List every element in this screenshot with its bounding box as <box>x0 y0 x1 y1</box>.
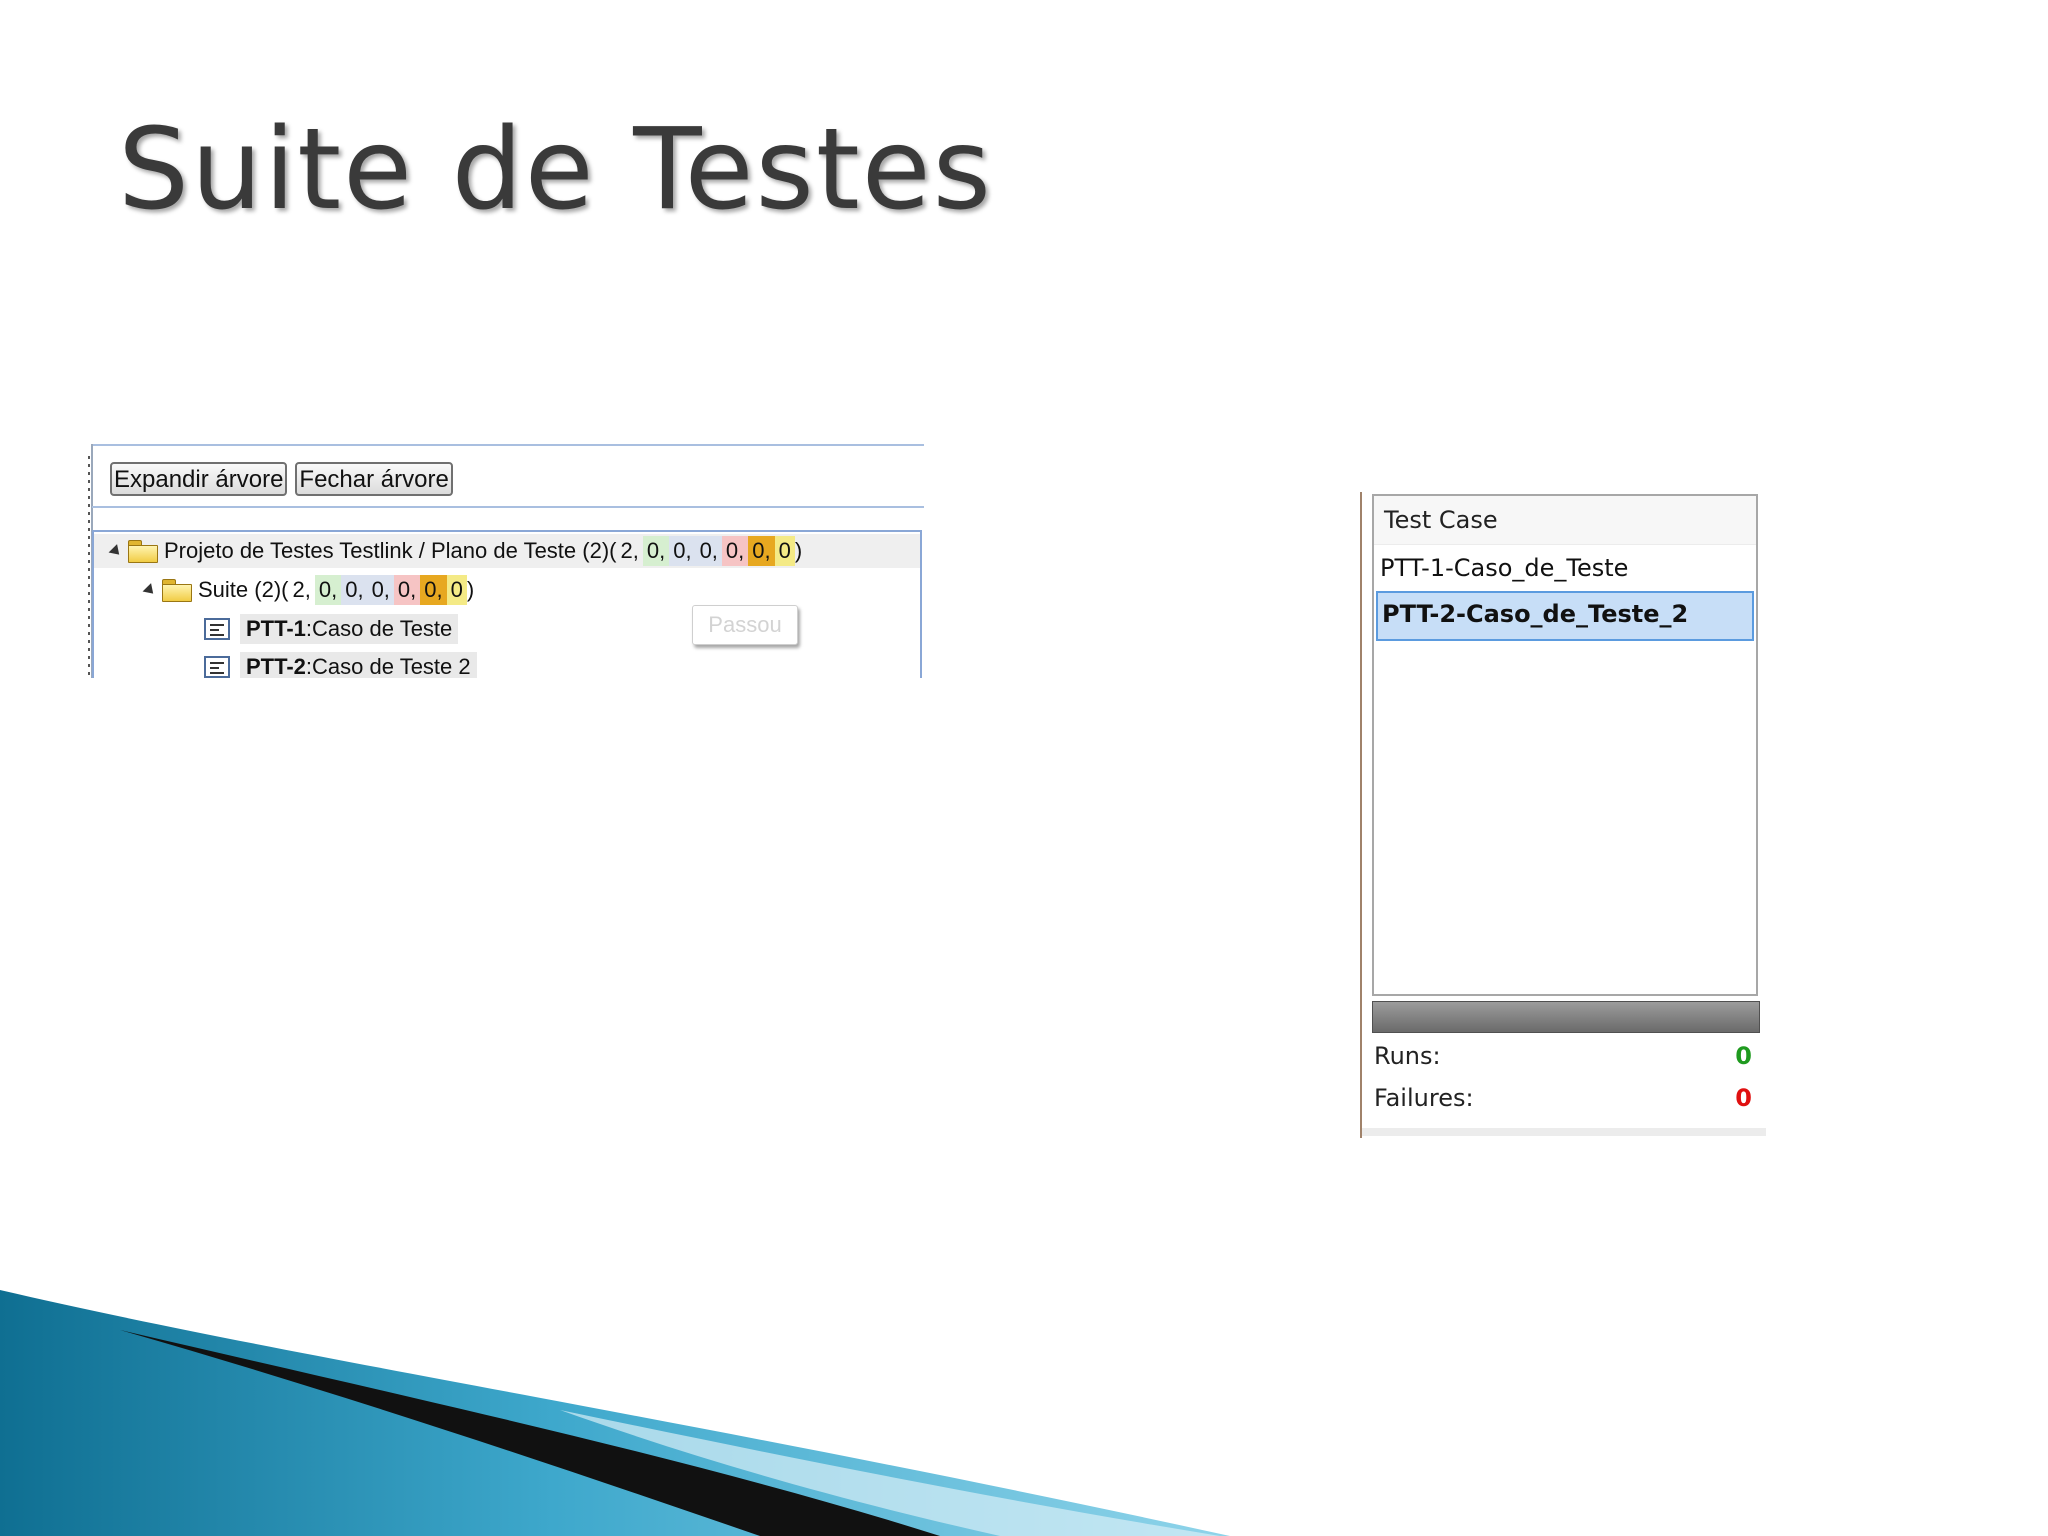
panel-top-border <box>92 444 924 446</box>
folder-icon <box>162 579 192 602</box>
count-failed: 0, <box>393 575 421 605</box>
runs-value: 0 <box>1735 1042 1752 1070</box>
toolbar-divider <box>92 506 924 508</box>
folder-icon <box>128 540 158 563</box>
list-item[interactable]: PTT-1-Caso_de_Teste <box>1376 545 1754 591</box>
slide-title: Suite de Testes <box>118 105 994 235</box>
count-total: 2, <box>292 577 311 602</box>
runs-label: Runs: <box>1374 1042 1441 1070</box>
status-tooltip: Passou <box>692 605 798 645</box>
failures-stat: Failures: 0 <box>1374 1084 1758 1124</box>
count-passed: 0, <box>314 575 342 605</box>
tree-toolbar: Expandir árvore Fechar árvore <box>110 462 453 496</box>
count-failed: 0, <box>721 536 749 566</box>
testlink-tree-panel: Expandir árvore Fechar árvore Projeto de… <box>88 444 924 678</box>
tree-node-test-case[interactable]: PTT-1:Caso de Teste <box>94 612 459 646</box>
failures-label: Failures: <box>1374 1084 1474 1112</box>
test-case-icon <box>204 618 230 640</box>
count-blocked: 0, <box>367 575 394 605</box>
test-case-label[interactable]: PTT-2:Caso de Teste 2 <box>240 652 477 678</box>
count-passed: 0, <box>642 536 670 566</box>
tree-node-project[interactable]: Projeto de Testes Testlink / Plano de Te… <box>94 534 920 568</box>
tree-node-suite-label: Suite (2)( <box>198 577 289 602</box>
test-case-list: Test Case PTT-1-Caso_de_Teste PTT-2-Caso… <box>1372 494 1758 996</box>
tree-node-test-case[interactable]: PTT-2:Caso de Teste 2 <box>94 650 477 678</box>
tree-node-suite[interactable]: Suite (2)( 2, 0, 0, 0, 0, 0, 0 ) <box>94 573 474 607</box>
expand-tree-button[interactable]: Expandir árvore <box>110 462 288 496</box>
decorative-swoosh <box>0 1290 1230 1536</box>
runner-bottom-border <box>1362 1128 1766 1136</box>
count-total: 2, <box>620 538 639 563</box>
test-case-icon <box>204 656 230 678</box>
count-warning: 0, <box>420 575 447 605</box>
tree-node-project-close: ) <box>794 538 803 563</box>
runner-left-border <box>1360 492 1362 1138</box>
triangle-expanded-icon[interactable] <box>142 582 158 598</box>
failures-value: 0 <box>1735 1084 1752 1112</box>
tree-node-suite-close: ) <box>466 577 475 602</box>
splitter-grip[interactable] <box>88 456 90 676</box>
tree-node-project-label: Projeto de Testes Testlink / Plano de Te… <box>164 538 617 563</box>
test-case-label[interactable]: PTT-1:Caso de Teste <box>240 614 459 644</box>
count-not-run: 0, <box>341 575 368 605</box>
count-not-run: 0, <box>669 536 696 566</box>
collapse-tree-button[interactable]: Fechar árvore <box>295 462 453 496</box>
list-header[interactable]: Test Case <box>1374 496 1756 545</box>
list-item-selected[interactable]: PTT-2-Caso_de_Teste_2 <box>1376 591 1754 641</box>
triangle-expanded-icon[interactable] <box>108 543 124 559</box>
count-warning: 0, <box>748 536 775 566</box>
test-tree: Projeto de Testes Testlink / Plano de Te… <box>92 530 922 678</box>
test-runner-panel: Test Case PTT-1-Caso_de_Teste PTT-2-Caso… <box>1360 492 1766 1138</box>
runs-stat: Runs: 0 <box>1374 1042 1758 1082</box>
progress-bar <box>1372 1001 1760 1033</box>
count-other: 0 <box>774 536 795 566</box>
count-other: 0 <box>446 575 467 605</box>
count-blocked: 0, <box>695 536 722 566</box>
